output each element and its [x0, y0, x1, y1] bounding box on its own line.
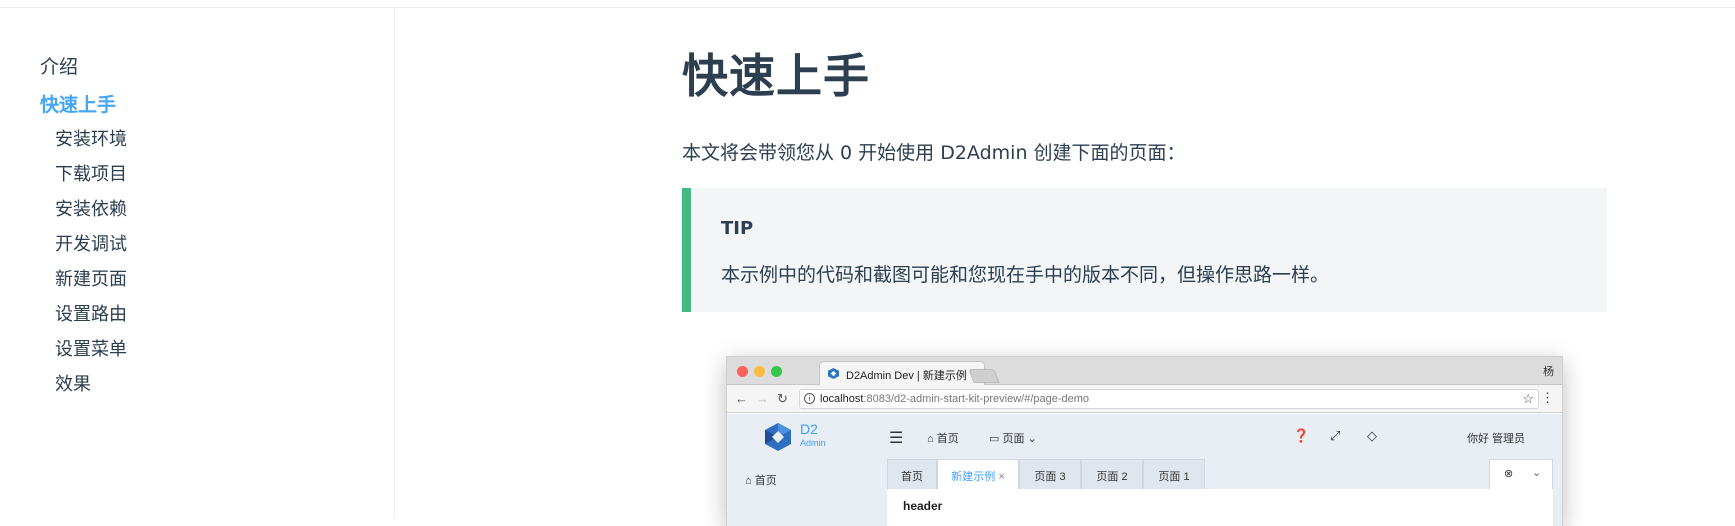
sidebar-item-download-project[interactable]: 下载项目 [55, 160, 127, 186]
sidebar-item-set-route[interactable]: 设置路由 [55, 300, 127, 326]
sidebar-item-result[interactable]: 效果 [55, 370, 91, 396]
top-divider [0, 0, 1735, 8]
tip-title: TIP [721, 218, 754, 239]
folder-icon: ▭ [989, 433, 1000, 445]
reload-icon: ↻ [777, 391, 788, 406]
tab-close-all: ⊗ ⌄ [1489, 459, 1553, 489]
app-tab-new-demo-label: 新建示例 [951, 471, 996, 483]
sidebar-item-set-menu[interactable]: 设置菜单 [55, 335, 127, 361]
app-side-home-label: 首页 [754, 475, 777, 487]
app-tab-page-1: 页面 1 [1143, 459, 1205, 489]
browser-address-bar: ← → ↻ i localhost:8083/d2-admin-start-ki… [727, 385, 1562, 413]
demo-content-text: header [903, 499, 943, 513]
sidebar-item-new-page[interactable]: 新建页面 [55, 265, 127, 291]
nav-pages: ▭ 页面 ⌄ [989, 430, 1037, 446]
window-maximize-dot [771, 366, 782, 377]
close-icon: × [998, 471, 1005, 483]
tip-text: 本示例中的代码和截图可能和您现在手中的版本不同，但操作思路一样。 [721, 264, 1330, 286]
demo-screenshot: D2Admin Dev | 新建示例 × 杨 ← → ↻ i localhost… [726, 356, 1563, 526]
app-tab-new-demo: 新建示例 × [937, 459, 1019, 489]
chevron-down-icon: ⌄ [1532, 467, 1542, 479]
window-minimize-dot [754, 366, 765, 377]
browser-profile: 杨 [1543, 366, 1554, 378]
url-host: localhost [820, 393, 864, 405]
star-icon: ☆ [1522, 391, 1534, 406]
url-field: i localhost:8083/d2-admin-start-kit-prev… [799, 389, 1539, 409]
app-tab-page-2: 页面 2 [1081, 459, 1143, 489]
browser-tab: D2Admin Dev | 新建示例 × [819, 361, 985, 386]
app-tab-home: 首页 [887, 459, 937, 489]
app-tab-page-3: 页面 3 [1019, 459, 1081, 489]
back-arrow-icon: ← [735, 391, 748, 406]
demo-app: D2 Admin ☰ ⌂ 首页 ▭ 页面 ⌄ ❓ ⤢ ◇ 你好 管理员 ⌂ 首页… [727, 414, 1562, 526]
new-tab-icon [968, 369, 1000, 383]
page-title: 快速上手 [682, 49, 870, 103]
d2-favicon-icon [828, 368, 839, 379]
url-path: :8083/d2-admin-start-kit-preview/#/page-… [863, 393, 1090, 405]
main-content: 快速上手 本文将会带领您从 0 开始使用 D2Admin 创建下面的页面： TI… [396, 8, 1735, 526]
browser-tab-title: D2Admin Dev | 新建示例 [846, 370, 967, 382]
nav-home-label: 首页 [936, 433, 959, 445]
demo-content: header [887, 489, 1553, 526]
question-icon: ❓ [1293, 428, 1310, 443]
window-close-dot [737, 366, 748, 377]
user-greeting: 你好 管理员 [1467, 433, 1526, 445]
forward-arrow-icon: → [756, 391, 769, 406]
sidebar-item-install-deps[interactable]: 安装依赖 [55, 195, 127, 221]
kebab-menu-icon: ⋮ [1541, 390, 1554, 405]
menu-toggle-icon: ☰ [889, 430, 904, 447]
info-icon: i [804, 393, 815, 404]
tip-block: TIP 本示例中的代码和截图可能和您现在手中的版本不同，但操作思路一样。 [682, 188, 1607, 312]
diamond-icon: ◇ [1367, 428, 1377, 443]
docs-sidebar: 介绍 快速上手 安装环境 下载项目 安装依赖 开发调试 新建页面 设置路由 设置… [0, 8, 395, 518]
d2-logo-icon [765, 423, 791, 451]
logo-title: D2 [800, 421, 818, 437]
sidebar-item-quick-start[interactable]: 快速上手 [40, 90, 116, 117]
fullscreen-icon: ⤢ [1330, 428, 1341, 443]
intro-paragraph: 本文将会带领您从 0 开始使用 D2Admin 创建下面的页面： [682, 142, 1186, 164]
app-side-home: ⌂ 首页 [745, 475, 777, 487]
sidebar-item-install-env[interactable]: 安装环境 [55, 125, 127, 151]
nav-pages-label: 页面 [1002, 433, 1025, 445]
close-circle-icon: ⊗ [1504, 468, 1514, 480]
sidebar-item-dev-debug[interactable]: 开发调试 [55, 230, 127, 256]
nav-home: ⌂ 首页 [927, 430, 959, 446]
browser-tab-bar: D2Admin Dev | 新建示例 × 杨 [727, 357, 1562, 386]
logo-subtitle: Admin [800, 438, 826, 448]
home-icon: ⌂ [927, 433, 934, 445]
sidebar-item-intro[interactable]: 介绍 [40, 52, 78, 79]
chevron-down-icon: ⌄ [1027, 433, 1037, 445]
